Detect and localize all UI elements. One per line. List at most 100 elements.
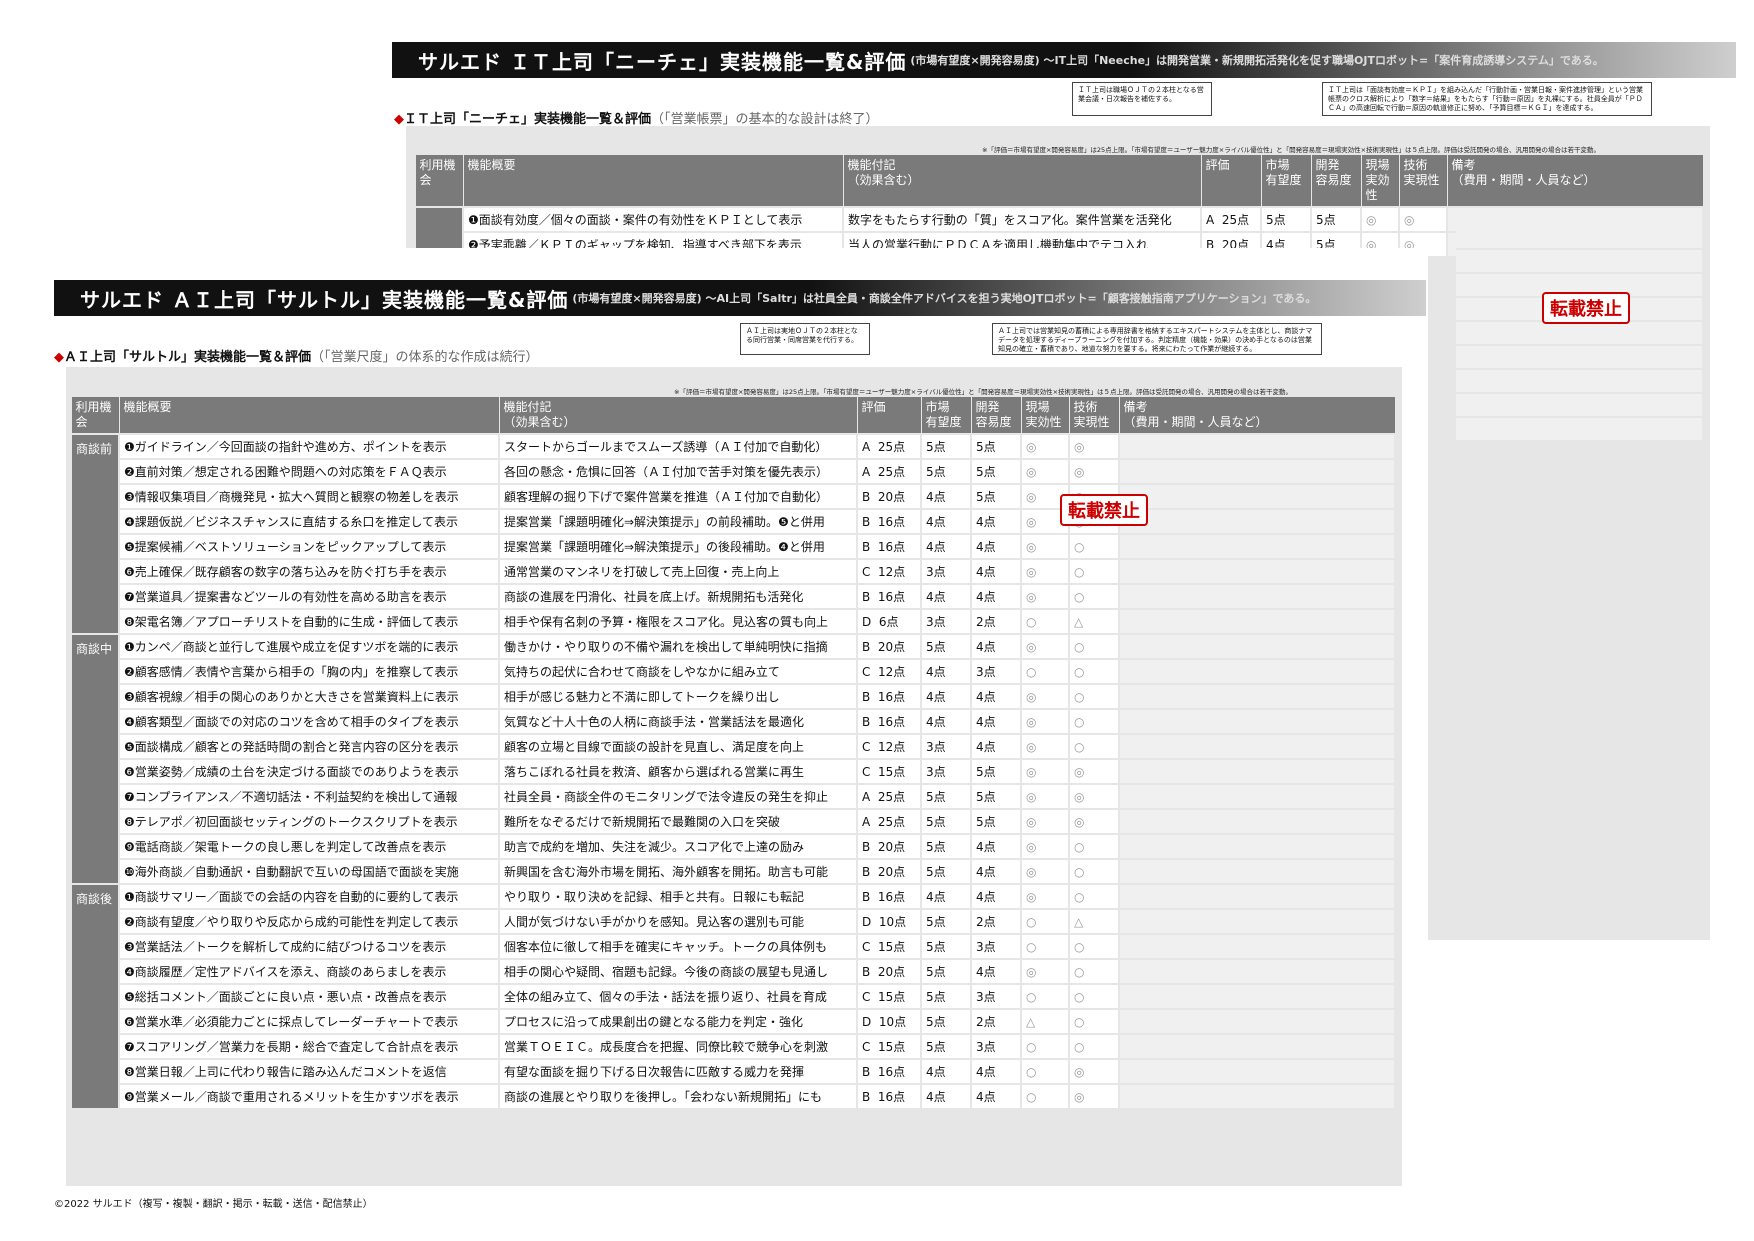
field-cell: △ <box>1020 1008 1070 1035</box>
grade-cell: D 6点 <box>856 608 922 635</box>
function-cell: ❹顧客類型／面談での対応のコツを含めて相手のタイプを表示 <box>118 708 500 735</box>
table-row: 商談後 ❶商談サマリー／面談での会話の内容を自動的に要約して表示 やり取り・取り決め… <box>70 883 1396 1110</box>
grade-score: 16点 <box>877 590 906 604</box>
tech-cell: ○ <box>1068 733 1120 760</box>
function-cell: ❸情報収集項目／商機発見・拡大へ質問と観察の物差しを表示 <box>118 483 500 510</box>
grade-score: 16点 <box>877 1065 906 1079</box>
grade-score: 20点 <box>877 965 906 979</box>
function-cell: ❸顧客視線／相手の関心のありかと大きさを営業資料上に表示 <box>118 683 500 710</box>
field-cell: ◎ <box>1020 458 1070 485</box>
grade-score: 25点 <box>877 465 906 479</box>
grade-score: 16点 <box>877 690 906 704</box>
grade-letter: D <box>862 1015 872 1029</box>
tech-cell: ◎ <box>1068 1058 1120 1085</box>
col-tech: 技術 実現性 <box>1398 154 1448 208</box>
function-cell: ❶面談有効度／個々の面談・案件の有効性をＫＰＩとして表示 <box>462 206 844 233</box>
table-row: ❸顧客視線／相手の関心のありかと大きさを営業資料上に表示 相手が感じる魅力と不満に… <box>71 683 1396 710</box>
table-row: ❾営業メール／商談で重用されるメリットを生かすツボを表示 商談の進展とやり取りを後… <box>71 1083 1396 1110</box>
front-callout-right: ＡＩ上司では営業知見の蓄積による専用辞書を格納するエキスパートシステムを主体とし… <box>992 323 1322 355</box>
table-row: ❿海外商談／自動通訳・自動翻訳で互いの母国語で面談を実施 新興国を含む海外市場を開… <box>71 858 1396 885</box>
note-cell: 人間が気づけない手がかりを感知。見込客の選別も可能 <box>498 908 858 935</box>
ease-cell: 4点 <box>970 533 1022 560</box>
grade-letter: C <box>862 565 871 579</box>
grade-letter: A <box>862 815 871 829</box>
market-cell: 4点 <box>920 1083 972 1110</box>
col-function: 機能概要 <box>462 154 844 208</box>
field-cell: ◎ <box>1020 883 1070 910</box>
back-footnote: ※「評価＝市場有望度×開発容易度」は25点上限。「市場有望度＝ユーザー魅力度×ラ… <box>982 146 1601 154</box>
note-cell: 相手や保有名刺の予算・権限をスコア化。見込客の質も向上 <box>498 608 858 635</box>
field-cell: ◎ <box>1020 733 1070 760</box>
table-row: ❽架電名簿／アプローチリストを自動的に生成・評価して表示 相手や保有名刺の予算・権… <box>71 608 1396 635</box>
grade-letter: B <box>862 715 871 729</box>
grade-score: 20点 <box>877 490 906 504</box>
remarks-cell <box>1118 1033 1396 1060</box>
function-cell: ❾営業メール／商談で重用されるメリットを生かすツボを表示 <box>118 1083 500 1110</box>
col-market: 市場 有望度 <box>920 396 972 435</box>
grade-score: 16点 <box>877 890 906 904</box>
table-row: ❷顧客感情／表情や言葉から相手の「胸の内」を推察して表示 気持ちの起伏に合わせて商… <box>71 658 1396 685</box>
front-title-bar: サルエド ＡＩ上司「サルトル」実装機能一覧&評価 (市場有望度×開発容易度) ～… <box>54 280 1426 316</box>
col-remarks: 備考 （費用・期間・人員など） <box>1446 154 1704 208</box>
grade-cell: C 15点 <box>856 983 922 1010</box>
ease-cell: 4点 <box>970 558 1022 585</box>
ease-cell: 5点 <box>970 808 1022 835</box>
remarks-cell <box>1118 708 1396 735</box>
ease-cell: 5点 <box>970 783 1022 810</box>
market-cell: 5点 <box>920 433 972 460</box>
remarks-cell <box>1118 833 1396 860</box>
tech-cell: ○ <box>1068 683 1120 710</box>
grade-cell: B 20点 <box>856 833 922 860</box>
tech-cell: ○ <box>1068 633 1120 660</box>
table-row: ❼コンプライアンス／不適切話法・不利益契約を検出して通報 社員全員・商談全件のモニ… <box>71 783 1396 810</box>
note-cell: 相手の関心や疑問、宿題も記録。今後の商談の展望も見通し <box>498 958 858 985</box>
col-grade: 評価 <box>856 396 922 435</box>
grade-cell: A 25点 <box>856 808 922 835</box>
tech-cell: ○ <box>1068 858 1120 885</box>
front-footnote: ※「評価＝市場有望度×開発容易度」は25点上限。「市場有望度＝ユーザー魅力度×ラ… <box>674 388 1293 396</box>
front-title-sub: (市場有望度×開発容易度) ～AI上司「Saltr」は社員全員・商談全件アドバイ… <box>572 292 1317 305</box>
remarks-cell <box>1118 508 1396 535</box>
market-cell: 4点 <box>920 483 972 510</box>
copyright: ©2022 サルエド（複写・複製・翻訳・掲示・転載・送信・配信禁止） <box>54 1199 373 1210</box>
col-function: 機能概要 <box>118 396 500 435</box>
field-cell: ○ <box>1020 608 1070 635</box>
note-cell: 有望な面談を掘り下げる日次報告に匹敵する威力を発揮 <box>498 1058 858 1085</box>
grade-cell: B 20点 <box>856 483 922 510</box>
remarks-cell <box>1118 558 1396 585</box>
remarks-cell <box>1118 533 1396 560</box>
note-cell: 提案営業「課題明確化⇒解決策提示」の後段補助。❹と併用 <box>498 533 858 560</box>
note-cell: 個客本位に徹して相手を確実にキャッチ。トークの具体例も <box>498 933 858 960</box>
market-cell: 4点 <box>920 658 972 685</box>
table-row: ❹商談履歴／定性アドバイスを添え、商談のあらましを表示 相手の関心や疑問、宿題も記… <box>71 958 1396 985</box>
field-cell: ◎ <box>1020 533 1070 560</box>
function-cell: ❼営業道具／提案書などツールの有効性を高める助言を表示 <box>118 583 500 610</box>
field-cell: ◎ <box>1020 683 1070 710</box>
note-cell: スタートからゴールまでスムーズ誘導（ＡＩ付加で自動化） <box>498 433 858 460</box>
grade-letter: B <box>862 590 871 604</box>
col-notes: 機能付記 （効果含む） <box>498 396 858 435</box>
field-cell: ◎ <box>1020 633 1070 660</box>
front-title: サルエド ＡＩ上司「サルトル」実装機能一覧&評価 <box>80 287 569 312</box>
note-cell: 助言で成約を増加、失注を減少。スコア化で上達の励み <box>498 833 858 860</box>
grade-cell: C 15点 <box>856 1033 922 1060</box>
market-cell: 5点 <box>1260 206 1312 233</box>
grade-score: 16点 <box>877 540 906 554</box>
function-cell: ❺面談構成／顧客との発話時間の割合と発言内容の区分を表示 <box>118 733 500 760</box>
function-cell: ❷直前対策／想定される困難や問題への対応策をＦＡＱ表示 <box>118 458 500 485</box>
table-row: ❹課題仮説／ビジネスチャンスに直結する糸口を推定して表示 提案営業「課題明確化⇒解… <box>71 508 1396 535</box>
ease-cell: 2点 <box>970 1008 1022 1035</box>
grade-letter: B <box>862 540 871 554</box>
ease-cell: 3点 <box>970 983 1022 1010</box>
table-row: ❼営業道具／提案書などツールの有効性を高める助言を表示 商談の進展を円滑化、社員を… <box>71 583 1396 610</box>
table-row: ❽営業日報／上司に代わり報告に踏み込んだコメントを返信 有望な面談を掘り下げる日次… <box>71 1058 1396 1085</box>
grade-score: 25点 <box>877 790 906 804</box>
grade-letter: C <box>862 940 871 954</box>
grade-letter: B <box>862 1090 871 1104</box>
tech-cell: ○ <box>1068 533 1120 560</box>
field-cell: ○ <box>1020 1083 1070 1110</box>
front-stamp: 転載禁止 <box>1060 494 1148 526</box>
grade-cell: A 25点 <box>1200 206 1262 233</box>
remarks-cell <box>1118 933 1396 960</box>
function-cell: ❺提案候補／ベストソリューションをピックアップして表示 <box>118 533 500 560</box>
